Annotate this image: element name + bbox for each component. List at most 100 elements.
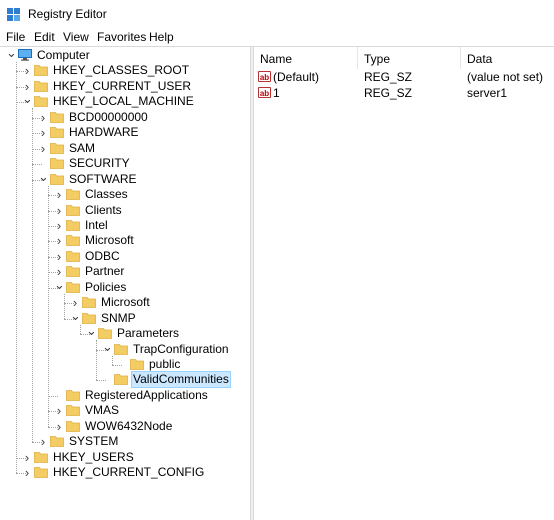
chevron-right-icon[interactable]: ›: [54, 187, 64, 202]
chevron-down-icon[interactable]: ⌄: [38, 170, 49, 187]
folder-icon: [98, 328, 112, 339]
tree-node[interactable]: ⌄ HKEY_LOCAL_MACHINE: [16, 92, 250, 109]
tree-node-label: Policies: [85, 279, 127, 294]
tree-node[interactable]: › HKEY_CURRENT_USER: [16, 79, 250, 94]
string-value-icon: ab: [258, 71, 271, 82]
tree-node[interactable]: › HKEY_USERS: [16, 450, 250, 465]
folder-icon: [66, 220, 80, 231]
menu-view[interactable]: View: [63, 30, 89, 44]
tree-node[interactable]: › BCD00000000: [32, 109, 250, 125]
column-header-type[interactable]: Type: [364, 52, 390, 66]
tree-node-label: Clients: [85, 202, 122, 217]
chevron-down-icon[interactable]: ⌄: [102, 340, 113, 357]
tree-node[interactable]: ⌄ Policies: [48, 278, 250, 295]
tree-node-label: SECURITY: [69, 156, 130, 171]
tree-node[interactable]: › Microsoft: [48, 233, 250, 248]
tree-node-label: SAM: [69, 140, 96, 155]
values-list[interactable]: Name Type Data ab (Default) REG_SZ (valu…: [254, 47, 554, 520]
folder-icon: [66, 266, 80, 278]
column-separator[interactable]: [460, 47, 461, 69]
tree-node[interactable]: › ODBC: [48, 249, 250, 264]
menu-help[interactable]: Help: [149, 30, 174, 44]
chevron-right-icon[interactable]: ›: [22, 450, 32, 465]
chevron-down-icon[interactable]: ⌄: [86, 324, 97, 341]
chevron-right-icon[interactable]: ›: [38, 434, 48, 449]
tree-node[interactable]: › Clients: [48, 202, 250, 218]
tree-node[interactable]: › Intel: [48, 217, 250, 233]
tree-node-label: Classes: [85, 187, 128, 202]
tree-node[interactable]: › HKEY_CLASSES_ROOT: [16, 63, 250, 78]
computer-icon: [18, 49, 32, 61]
tree-guide-line: [16, 62, 17, 474]
tree-node-label: BCD00000000: [69, 109, 148, 124]
tree-node-label: Microsoft: [101, 295, 150, 310]
tree-node[interactable]: ⌄ SNMP: [64, 309, 250, 326]
folder-icon: [34, 451, 48, 463]
value-type: REG_SZ: [364, 86, 413, 100]
folder-icon: [114, 374, 128, 386]
chevron-right-icon[interactable]: ›: [54, 403, 64, 418]
tree-node[interactable]: › Microsoft: [64, 295, 250, 310]
menu-edit[interactable]: Edit: [34, 30, 55, 44]
chevron-right-icon[interactable]: ›: [22, 465, 32, 480]
chevron-right-icon[interactable]: ›: [54, 419, 64, 434]
tree-node[interactable]: RegisteredApplications: [48, 388, 250, 403]
folder-icon: [82, 297, 96, 309]
tree-node-label: HKEY_CLASSES_ROOT: [53, 63, 190, 78]
tree-node[interactable]: ⌄ TrapConfiguration: [96, 340, 250, 357]
menu-favorites[interactable]: Favorites: [97, 30, 146, 44]
tree-node[interactable]: › SYSTEM: [32, 434, 250, 449]
tree-node[interactable]: public: [112, 357, 250, 372]
tree-node-label: HKEY_CURRENT_CONFIG: [53, 465, 205, 480]
tree-node[interactable]: › SAM: [32, 140, 250, 156]
value-row[interactable]: ab (Default) REG_SZ (value not set): [254, 69, 554, 85]
tree-node[interactable]: › HKEY_CURRENT_CONFIG: [16, 465, 250, 480]
chevron-down-icon[interactable]: ⌄: [6, 47, 17, 63]
tree-node[interactable]: SECURITY: [32, 156, 250, 171]
column-separator[interactable]: [357, 47, 358, 69]
key-tree[interactable]: ⌄ Computer › HKEY_CLASSES_ROOT › HKEY_CURRENT…: [0, 47, 250, 520]
tree-node[interactable]: ⌄ Computer: [6, 47, 250, 63]
tree-node-label: Parameters: [117, 326, 180, 341]
tree-guide-line: [32, 108, 33, 443]
tree-node-label: Intel: [85, 217, 108, 232]
chevron-right-icon[interactable]: ›: [54, 218, 64, 233]
column-header-data[interactable]: Data: [467, 52, 492, 66]
chevron-right-icon[interactable]: ›: [54, 203, 64, 218]
chevron-right-icon[interactable]: ›: [54, 249, 64, 264]
folder-icon: [66, 204, 80, 216]
tree-node[interactable]: › HARDWARE: [32, 125, 250, 140]
tree-node-label: public: [149, 357, 181, 371]
value-name: 1: [273, 86, 280, 100]
tree-node[interactable]: › Partner: [48, 264, 250, 279]
chevron-right-icon[interactable]: ›: [54, 233, 64, 248]
tree-node[interactable]: ⌄ SOFTWARE: [32, 170, 250, 187]
tree-node-label: Computer: [37, 48, 90, 62]
tree-node[interactable]: › VMAS: [48, 403, 250, 418]
chevron-right-icon[interactable]: ›: [22, 63, 32, 78]
chevron-down-icon[interactable]: ⌄: [70, 309, 81, 326]
folder-icon: [50, 111, 64, 123]
column-header-name[interactable]: Name: [260, 52, 292, 66]
chevron-right-icon[interactable]: ›: [38, 125, 48, 140]
tree-node[interactable]: › WOW6432Node: [48, 419, 250, 434]
tree-node-label: HARDWARE: [69, 125, 139, 140]
tree-node[interactable]: › Classes: [48, 187, 250, 202]
folder-icon: [66, 405, 80, 417]
tree-node[interactable]: ValidCommunities: [96, 371, 250, 389]
chevron-down-icon[interactable]: ⌄: [22, 92, 33, 109]
folder-icon: [50, 158, 64, 170]
folder-icon: [82, 312, 96, 324]
chevron-right-icon[interactable]: ›: [38, 110, 48, 125]
folder-icon: [114, 343, 128, 355]
value-type: REG_SZ: [364, 70, 413, 84]
window-title: Registry Editor: [28, 7, 107, 21]
folder-icon: [66, 420, 80, 432]
value-row[interactable]: ab 1 REG_SZ server1: [254, 85, 554, 101]
menu-file[interactable]: File: [6, 30, 25, 44]
folder-icon: [50, 173, 64, 185]
chevron-right-icon[interactable]: ›: [38, 141, 48, 156]
chevron-down-icon[interactable]: ⌄: [54, 278, 65, 295]
